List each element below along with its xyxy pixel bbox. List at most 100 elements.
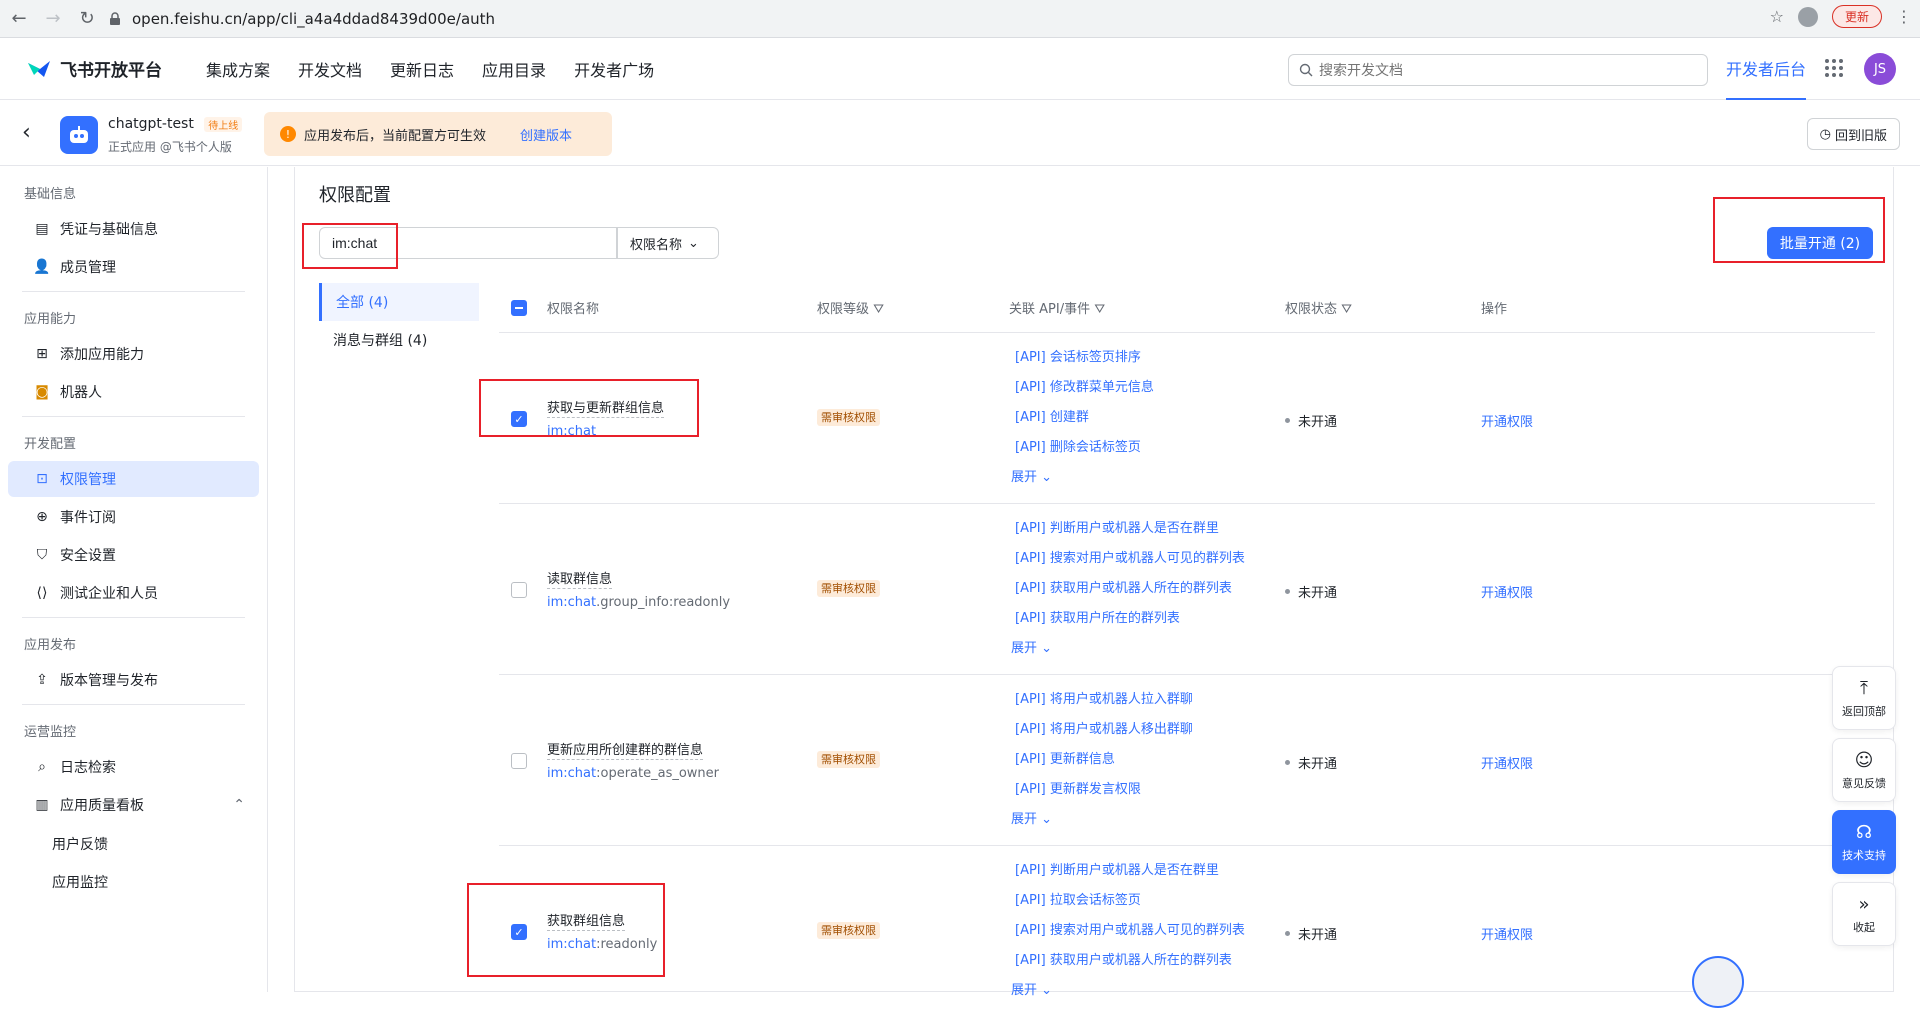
nav-item[interactable]: 开发者广场 — [574, 57, 654, 81]
logo-text: 飞书开放平台 — [60, 61, 162, 81]
logo[interactable]: 飞书开放平台 — [26, 56, 162, 81]
category-im[interactable]: 消息与群组 (4) — [319, 321, 479, 359]
sidebar-item-permissions[interactable]: ⊡ 权限管理 — [8, 461, 259, 497]
highlight-box-filter — [302, 223, 398, 269]
api-link[interactable]: [API] 搜索对用户或机器人可见的群列表 — [1011, 916, 1245, 946]
level-tag: 需审核权限 — [817, 922, 880, 939]
sidebar-item-members[interactable]: 👤 成员管理 — [8, 249, 259, 285]
float-label: 意见反馈 — [1842, 776, 1886, 790]
assistant-avatar[interactable] — [1692, 956, 1744, 1008]
filter-icon[interactable]: ⛛ — [1094, 302, 1105, 317]
forward-icon[interactable]: → — [38, 4, 68, 34]
upload-icon: ⇪ — [36, 672, 48, 688]
sidebar-subitem-monitor[interactable]: 应用监控 — [0, 863, 267, 901]
api-link[interactable]: [API] 更新群发言权限 — [1011, 775, 1193, 805]
nav-item[interactable]: 集成方案 — [206, 57, 270, 81]
search-input[interactable] — [1319, 62, 1679, 78]
address-bar[interactable]: open.feishu.cn/app/cli_a4a4ddad8439d00e/… — [108, 5, 1848, 33]
profile-icon[interactable] — [1797, 6, 1818, 27]
level-tag: 需审核权限 — [817, 580, 880, 597]
api-link[interactable]: [API] 判断用户或机器人是否在群里 — [1011, 856, 1245, 886]
sidebar-subitem-feedback[interactable]: 用户反馈 — [0, 825, 267, 863]
api-link[interactable]: [API] 修改群菜单元信息 — [1011, 373, 1154, 403]
float-label: 技术支持 — [1842, 848, 1886, 862]
sidebar-item-add-capability[interactable]: ⊞ 添加应用能力 — [8, 336, 259, 372]
table-row: ✓ 获取群组信息 im:chat:readonly 需审核权限 [API] 判断… — [499, 846, 1875, 1017]
category-all[interactable]: 全部 (4) — [319, 283, 479, 321]
notice-banner: ! 应用发布后，当前配置方可生效 创建版本 — [264, 112, 612, 156]
api-link[interactable]: [API] 会话标签页排序 — [1011, 343, 1154, 373]
search-icon — [1299, 63, 1313, 77]
nav-item[interactable]: 更新日志 — [390, 57, 454, 81]
bot-icon: ◙ — [35, 384, 49, 400]
sidebar: 基础信息 ▤ 凭证与基础信息 👤 成员管理 应用能力 ⊞ 添加应用能力 ◙ 机器人 开发… — [0, 167, 268, 992]
smile-icon: ☺ — [1854, 749, 1874, 771]
search-bar[interactable] — [1288, 54, 1708, 86]
permission-name: 读取群信息 — [547, 568, 613, 589]
apps-grid-icon[interactable] — [1824, 58, 1844, 78]
sidebar-item-bot[interactable]: ◙ 机器人 — [8, 374, 259, 410]
sidebar-item-label: 机器人 — [60, 385, 102, 401]
arrow-up-icon: ⤒ — [1860, 677, 1868, 699]
api-link[interactable]: [API] 创建群 — [1011, 403, 1154, 433]
sidebar-item-security[interactable]: ⛉ 安全设置 — [8, 537, 259, 573]
old-version-button[interactable]: ◷ 回到旧版 — [1806, 118, 1900, 150]
create-version-link[interactable]: 创建版本 — [520, 125, 572, 144]
chevron-up-icon: ⌃ — [233, 797, 245, 813]
expand-link[interactable]: 展开 ⌄ — [1011, 463, 1154, 493]
nav-item[interactable]: 开发文档 — [298, 57, 362, 81]
filter-field-select[interactable]: 权限名称 ⌄ — [617, 227, 719, 259]
api-link[interactable]: [API] 更新群信息 — [1011, 745, 1193, 775]
sidebar-item-versions[interactable]: ⇪ 版本管理与发布 — [8, 662, 259, 698]
api-link[interactable]: [API] 搜索对用户或机器人可见的群列表 — [1011, 544, 1245, 574]
sidebar-item-events[interactable]: ⊕ 事件订阅 — [8, 499, 259, 535]
select-all-checkbox[interactable] — [511, 299, 527, 316]
sidebar-item-logs[interactable]: ⌕ 日志检索 — [8, 749, 259, 785]
permission-code: im:chat:operate_as_owner — [547, 766, 720, 781]
sidebar-item-test-tenant[interactable]: ⟨⟩ 测试企业和人员 — [8, 575, 259, 611]
sidebar-item-label: 日志检索 — [60, 760, 116, 776]
back-to-top-button[interactable]: ⤒ 返回顶部 — [1832, 666, 1896, 730]
api-link[interactable]: [API] 获取用户或机器人所在的群列表 — [1011, 946, 1245, 976]
api-link[interactable]: [API] 获取用户所在的群列表 — [1011, 604, 1245, 634]
api-link[interactable]: [API] 删除会话标签页 — [1011, 433, 1154, 463]
row-checkbox[interactable] — [511, 582, 527, 598]
table-header: 权限名称 权限等级 ⛛ 关联 API/事件 ⛛ 权限状态 ⛛ 操作 — [499, 283, 1875, 333]
api-link[interactable]: [API] 拉取会话标签页 — [1011, 886, 1245, 916]
filter-select-label: 权限名称 — [630, 237, 683, 253]
more-icon[interactable]: ⋮ — [1896, 7, 1912, 26]
api-link[interactable]: [API] 获取用户或机器人所在的群列表 — [1011, 574, 1245, 604]
api-link[interactable]: [API] 将用户或机器人移出群聊 — [1011, 715, 1193, 745]
sidebar-item-credentials[interactable]: ▤ 凭证与基础信息 — [8, 211, 259, 247]
status: 未开通 — [1285, 582, 1337, 601]
collapse-button[interactable]: » 收起 — [1832, 882, 1896, 946]
api-link[interactable]: [API] 判断用户或机器人是否在群里 — [1011, 514, 1245, 544]
expand-link[interactable]: 展开 ⌄ — [1011, 976, 1245, 1006]
enable-permission-link[interactable]: 开通权限 — [1481, 924, 1533, 943]
tech-support-button[interactable]: ☊ 技术支持 — [1832, 810, 1896, 874]
enable-permission-link[interactable]: 开通权限 — [1481, 411, 1533, 430]
dev-console-link[interactable]: 开发者后台 — [1726, 38, 1807, 100]
reload-icon[interactable]: ↻ — [72, 4, 102, 34]
sidebar-group-title: 应用发布 — [24, 637, 77, 653]
update-button[interactable]: 更新 — [1831, 5, 1882, 28]
filter-icon[interactable]: ⛛ — [873, 302, 884, 317]
feedback-button[interactable]: ☺ 意见反馈 — [1832, 738, 1896, 802]
filter-icon[interactable]: ⛛ — [1341, 302, 1352, 317]
back-arrow-icon[interactable]: ‹ — [22, 120, 31, 145]
bar-chart-icon: ▥ — [35, 797, 49, 813]
row-checkbox[interactable] — [511, 753, 527, 769]
status-text: 未开通 — [1298, 586, 1338, 601]
nav-item[interactable]: 应用目录 — [482, 57, 546, 81]
api-link[interactable]: [API] 将用户或机器人拉入群聊 — [1011, 685, 1193, 715]
back-icon[interactable]: ← — [4, 4, 34, 34]
site-header: 飞书开放平台 集成方案 开发文档 更新日志 应用目录 开发者广场 开发者后台 J… — [0, 38, 1920, 100]
divider — [22, 291, 245, 292]
expand-link[interactable]: 展开 ⌄ — [1011, 805, 1193, 835]
avatar[interactable]: JS — [1864, 53, 1896, 85]
sidebar-item-quality[interactable]: ▥ 应用质量看板 ⌃ — [8, 787, 259, 823]
star-icon[interactable]: ☆ — [1770, 7, 1784, 26]
enable-permission-link[interactable]: 开通权限 — [1481, 582, 1533, 601]
enable-permission-link[interactable]: 开通权限 — [1481, 753, 1533, 772]
expand-link[interactable]: 展开 ⌄ — [1011, 634, 1245, 664]
